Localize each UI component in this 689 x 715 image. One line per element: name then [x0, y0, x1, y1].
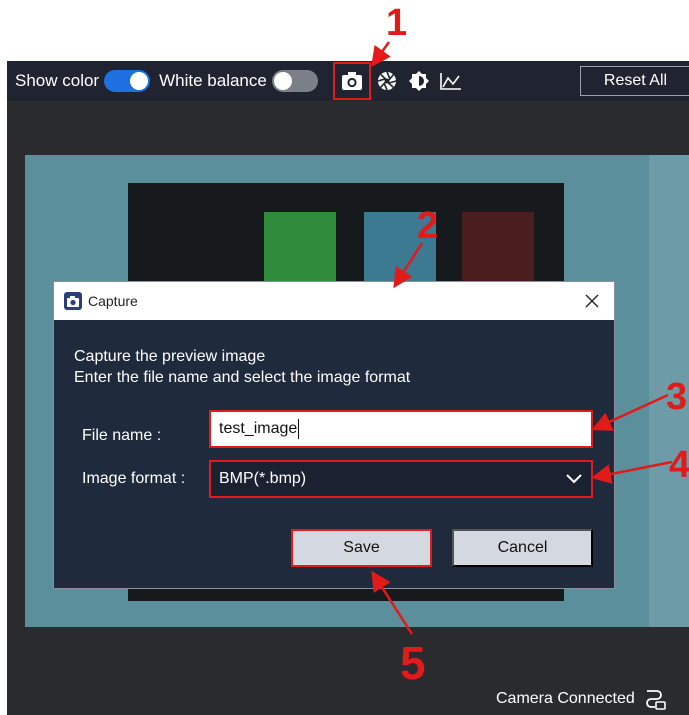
camera-icon	[341, 72, 362, 90]
brightness-button[interactable]	[403, 65, 435, 97]
white-balance-toggle[interactable]	[271, 70, 318, 92]
exposure-button[interactable]	[371, 65, 403, 97]
close-icon	[585, 294, 599, 308]
page: Show color White balance Reset All Camer…	[0, 0, 689, 715]
annotation-5: 5	[400, 637, 426, 689]
red-swatch	[462, 212, 534, 292]
show-color-label: Show color	[15, 71, 100, 90]
dialog-line-1: Capture the preview image	[74, 348, 266, 365]
chevron-down-icon	[566, 474, 582, 484]
dialog-title: Capture	[88, 293, 138, 309]
camera-status-text: Camera Connected	[496, 690, 635, 707]
top-toolbar: Show color White balance Reset All	[7, 61, 689, 101]
annotation-3: 3	[666, 376, 688, 418]
dialog-close-button[interactable]	[580, 289, 604, 313]
file-name-input[interactable]: test_image	[209, 410, 593, 448]
aperture-icon	[377, 71, 397, 91]
save-button[interactable]: Save	[291, 529, 432, 567]
toggle-knob	[130, 72, 149, 90]
toggle-knob	[273, 72, 292, 90]
show-color-toggle[interactable]	[104, 70, 151, 92]
image-format-value: BMP(*.bmp)	[219, 470, 307, 487]
file-name-label: File name :	[82, 427, 162, 444]
file-name-value: test_image	[219, 420, 298, 437]
dialog-description: Capture the preview image Enter the file…	[54, 320, 614, 388]
cancel-button[interactable]: Cancel	[452, 529, 593, 567]
brightness-icon	[408, 71, 429, 91]
dialog-titlebar: Capture	[54, 282, 614, 320]
capture-dialog: Capture Capture the preview image Enter …	[53, 281, 615, 589]
annotation-1: 1	[386, 2, 408, 44]
arrow-1	[371, 41, 391, 68]
reset-all-button[interactable]: Reset All	[580, 66, 689, 96]
annotation-2: 2	[417, 205, 439, 247]
white-balance-label: White balance	[159, 71, 267, 90]
status-bar: Camera Connected	[496, 683, 689, 715]
annotation-4: 4	[669, 444, 689, 486]
graph-icon	[440, 73, 461, 90]
image-format-label: Image format :	[82, 470, 186, 487]
capture-button[interactable]	[332, 62, 371, 100]
dialog-line-2: Enter the file name and select the image…	[74, 369, 411, 386]
plug-icon	[645, 690, 666, 710]
green-swatch	[264, 212, 336, 292]
histogram-button[interactable]	[435, 65, 467, 97]
image-format-select[interactable]: BMP(*.bmp)	[209, 460, 593, 498]
text-caret	[298, 419, 300, 439]
capture-app-icon	[64, 292, 82, 310]
